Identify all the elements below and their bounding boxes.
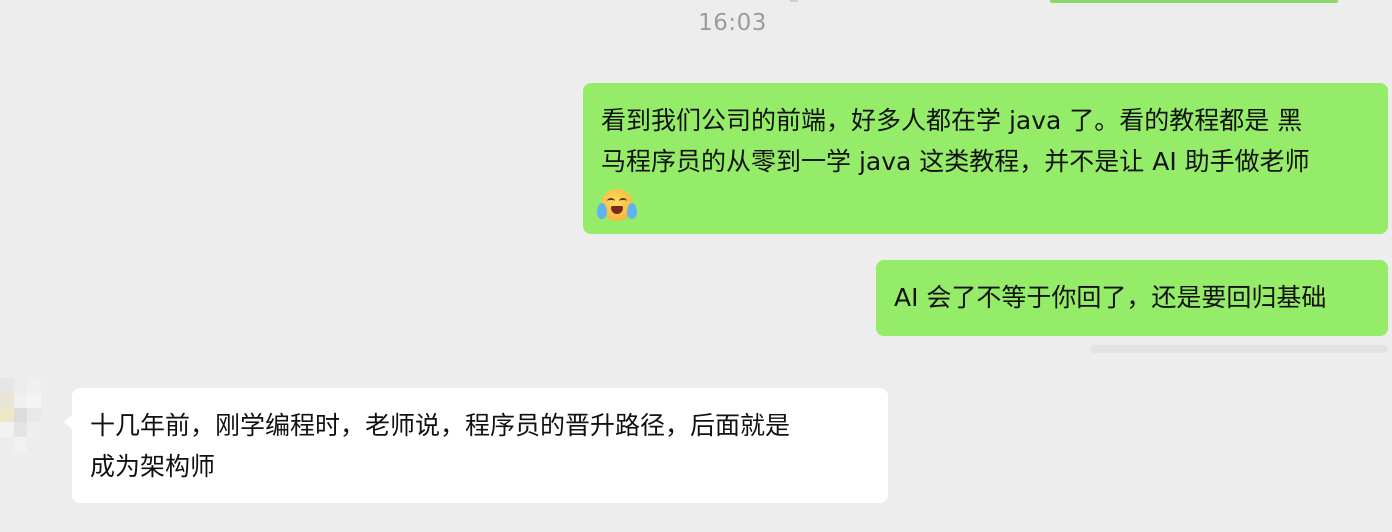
message-text-line: 马程序员的从零到一学 java 这类教程，并不是让 AI 助手做老师 — [601, 147, 1310, 176]
outgoing-message-bubble[interactable]: AI 会了不等于你回了，还是要回归基础 — [876, 260, 1388, 336]
message-text-line: 成为架构师 — [90, 452, 216, 481]
avatar[interactable] — [0, 378, 54, 452]
message-text-line: 看到我们公司的前端，好多人都在学 java 了。看的教程都是 黑 — [601, 106, 1303, 135]
incoming-message-bubble[interactable]: 十几年前，刚学编程时，老师说，程序员的晋升路径，后面就是 成为架构师 — [72, 388, 888, 503]
previous-message-edge — [1050, 0, 1338, 3]
crying-laughing-face-icon — [597, 189, 637, 221]
divider — [790, 0, 798, 2]
message-timestamp: 16:03 — [698, 10, 767, 36]
outgoing-message-bubble[interactable]: 看到我们公司的前端，好多人都在学 java 了。看的教程都是 黑 马程序员的从零… — [583, 83, 1388, 234]
message-text: AI 会了不等于你回了，还是要回归基础 — [894, 283, 1327, 312]
message-text-line: 十几年前，刚学编程时，老师说，程序员的晋升路径，后面就是 — [90, 411, 791, 440]
message-quote-bar — [1090, 345, 1388, 353]
chat-window: 16:03 看到我们公司的前端，好多人都在学 java 了。看的教程都是 黑 马… — [0, 0, 1392, 532]
